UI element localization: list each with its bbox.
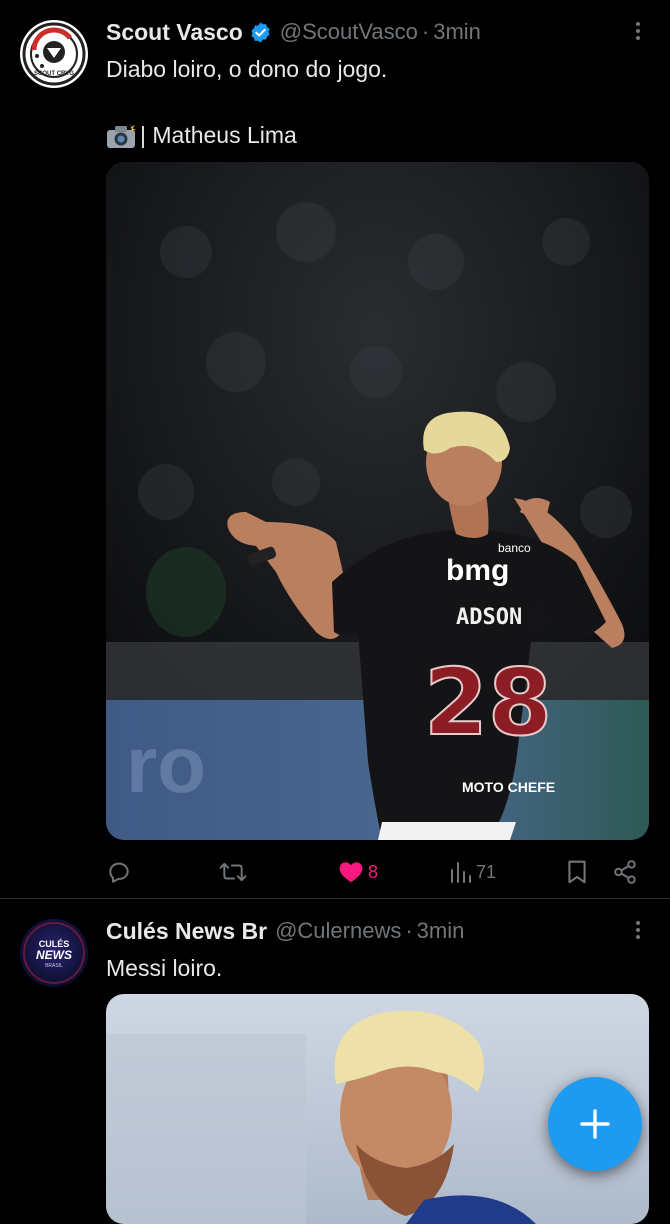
jersey-sponsor: bmg [446,554,509,587]
jersey-brand: MOTO CHEFE [462,779,555,795]
svg-text:SCOUT CRVG: SCOUT CRVG [34,71,74,77]
tweet-text-line: Messi loiro. [106,955,223,981]
avatar[interactable]: CULÉS NEWS BRASIL [20,919,88,987]
heart-icon [339,862,363,883]
bookmark-button[interactable] [566,852,588,892]
share-icon [614,860,636,884]
timestamp[interactable]: 3min [417,918,465,944]
more-options-icon[interactable] [634,921,642,943]
jersey-sponsor-small: banco [498,541,531,555]
reply-icon [109,862,129,883]
avatar[interactable]: SCOUT CRVG [20,20,88,88]
svg-text:ro: ro [126,720,206,809]
svg-text:BRASIL: BRASIL [45,963,63,969]
retweet-button[interactable] [218,852,252,892]
tweet-text-line: Diabo loiro, o dono do jogo. [106,56,388,82]
tweet-text-credit: | Matheus Lima [106,118,640,152]
tweet-actions: 8 71 [106,852,646,892]
compose-button[interactable] [548,1077,642,1171]
player-photo: ro banco bmg ADSON 28 MOTO CHEFE [106,162,649,840]
share-button[interactable] [612,852,638,892]
plus-icon [580,1109,610,1139]
like-button[interactable]: 8 [338,852,378,892]
more-options-icon[interactable] [634,22,642,44]
views-count: 71 [476,861,497,882]
tweet-header: Scout Vasco @ScoutVasco · 3min [106,14,620,50]
separator: · [421,19,430,44]
display-name[interactable]: Scout Vasco [106,19,243,46]
verified-badge-icon [249,21,272,44]
retweet-icon [219,862,247,882]
reply-button[interactable] [106,852,136,892]
handle[interactable]: @ScoutVasco [280,19,418,45]
handle[interactable]: @Culernews [275,918,401,944]
jersey-name: ADSON [456,605,522,630]
photo-credit: | Matheus Lima [140,122,297,148]
svg-text:NEWS: NEWS [36,948,72,962]
separator: · [405,918,413,943]
views-button[interactable]: 71 [450,852,496,892]
views-chart-icon [451,862,471,883]
scout-vasco-logo: SCOUT CRVG [22,22,86,86]
tweet-header: Culés News Br @Culernews · 3min [106,913,620,949]
timestamp[interactable]: 3min [433,19,481,45]
cules-news-logo: CULÉS NEWS BRASIL [20,919,88,987]
bookmark-icon [568,860,586,884]
like-count: 8 [368,861,379,882]
display-name[interactable]: Culés News Br [106,918,267,945]
camera-flash-emoji-icon [106,123,136,148]
jersey-number: 28 [424,649,552,756]
tweet-scout-vasco[interactable]: SCOUT CRVG Scout Vasco @ScoutVasco · 3mi… [0,0,670,898]
tweet-photo[interactable]: ro banco bmg ADSON 28 MOTO CHEFE [106,162,649,840]
